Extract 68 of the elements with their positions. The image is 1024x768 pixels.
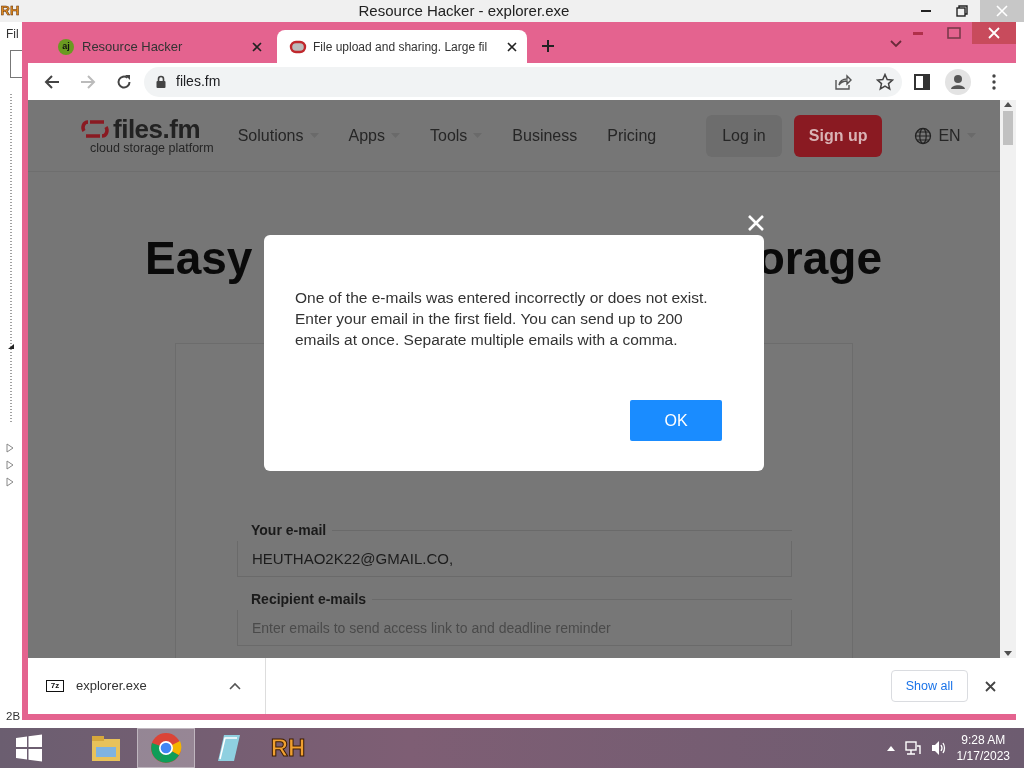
lock-icon <box>156 75 166 88</box>
browser-tab[interactable]: File upload and sharing. Large fil <box>277 30 527 63</box>
download-name[interactable]: explorer.exe <box>76 676 217 696</box>
cloud-logo-icon <box>289 39 307 54</box>
close-icon <box>747 213 765 232</box>
minimize-icon <box>921 10 931 12</box>
field-label: Recipient e-mails <box>251 590 367 609</box>
show-all-button[interactable]: Show all <box>890 670 968 702</box>
star-icon[interactable] <box>876 72 894 91</box>
login-button[interactable]: Log in <box>706 114 782 157</box>
file-icon: 7z <box>46 680 64 692</box>
close-icon[interactable] <box>507 41 517 52</box>
tab-title: Resource Hacker <box>82 37 184 56</box>
headline-text: Easy <box>145 231 253 286</box>
favicon-icon: aj <box>58 38 74 55</box>
scrollbar[interactable] <box>1000 100 1016 658</box>
input-field[interactable]: HEUTHAO2K22@GMAIL.CO, <box>237 541 792 577</box>
chevron-up-icon[interactable] <box>229 682 241 690</box>
chevron-up-icon[interactable] <box>886 745 895 751</box>
maximize-icon <box>947 27 961 39</box>
logo-tagline: cloud storage platform <box>90 142 214 155</box>
profile-icon <box>945 68 971 95</box>
share-icon[interactable] <box>834 73 852 90</box>
volume-icon[interactable] <box>930 740 947 756</box>
network-icon[interactable] <box>904 740 921 756</box>
back-icon <box>44 73 60 90</box>
language-selector[interactable]: EN <box>908 122 982 149</box>
side-panel-icon <box>914 73 930 90</box>
tab-title: File upload and sharing. Large fil <box>313 38 489 56</box>
taskbar-app[interactable]: RH <box>259 728 317 768</box>
close-icon <box>996 5 1008 17</box>
browser-tab[interactable]: aj Resource Hacker <box>40 30 272 63</box>
headline-text: orage <box>756 231 882 286</box>
close-button[interactable] <box>972 22 1016 44</box>
taskbar-app[interactable] <box>137 728 195 768</box>
nav-link[interactable]: Pricing <box>607 123 657 148</box>
chrome-icon <box>149 731 183 765</box>
close-icon <box>988 27 1000 39</box>
reload-icon <box>116 73 132 90</box>
scroll-down-icon[interactable] <box>1004 651 1012 656</box>
window-title: Resource Hacker - explorer.exe <box>357 0 571 21</box>
status-text: 2B <box>6 709 21 724</box>
nav-link[interactable]: Business <box>512 123 578 148</box>
logo-text: files.fm <box>113 116 201 143</box>
clock[interactable]: 9:28 AM 1/17/2023 <box>956 732 1010 764</box>
menu-item[interactable]: Fil <box>6 25 19 43</box>
nav-link[interactable]: Tools <box>430 123 483 148</box>
url-text: files.fm <box>176 72 221 91</box>
chevron-down-icon[interactable] <box>890 40 902 48</box>
field-label: Your e-mail <box>251 521 327 540</box>
scroll-up-icon[interactable] <box>1004 102 1012 107</box>
restore-icon <box>956 5 968 17</box>
dialog-message: One of the e-mails was entered incorrectly or does not exist. Enter your email in the first field. You can send up to 200 emails at once. Separate multiple emails with a comma. <box>295 288 709 350</box>
close-icon <box>984 680 996 692</box>
new-tab-icon <box>541 39 555 53</box>
ok-button[interactable]: OK <box>630 400 722 441</box>
globe-icon <box>914 126 933 145</box>
minimize-icon <box>913 31 923 35</box>
forward-icon <box>80 73 96 90</box>
app-icon: RH <box>0 1 20 21</box>
scroll-thumb[interactable] <box>1003 111 1013 145</box>
windows-logo-icon <box>15 734 43 762</box>
menu-icon <box>992 73 996 90</box>
nav-link[interactable]: Solutions <box>237 123 319 148</box>
address-bar[interactable]: files.fm <box>144 66 902 97</box>
cloud-logo-icon <box>80 118 110 141</box>
signup-button[interactable]: Sign up <box>793 114 883 157</box>
nav-link[interactable]: Apps <box>348 123 400 148</box>
